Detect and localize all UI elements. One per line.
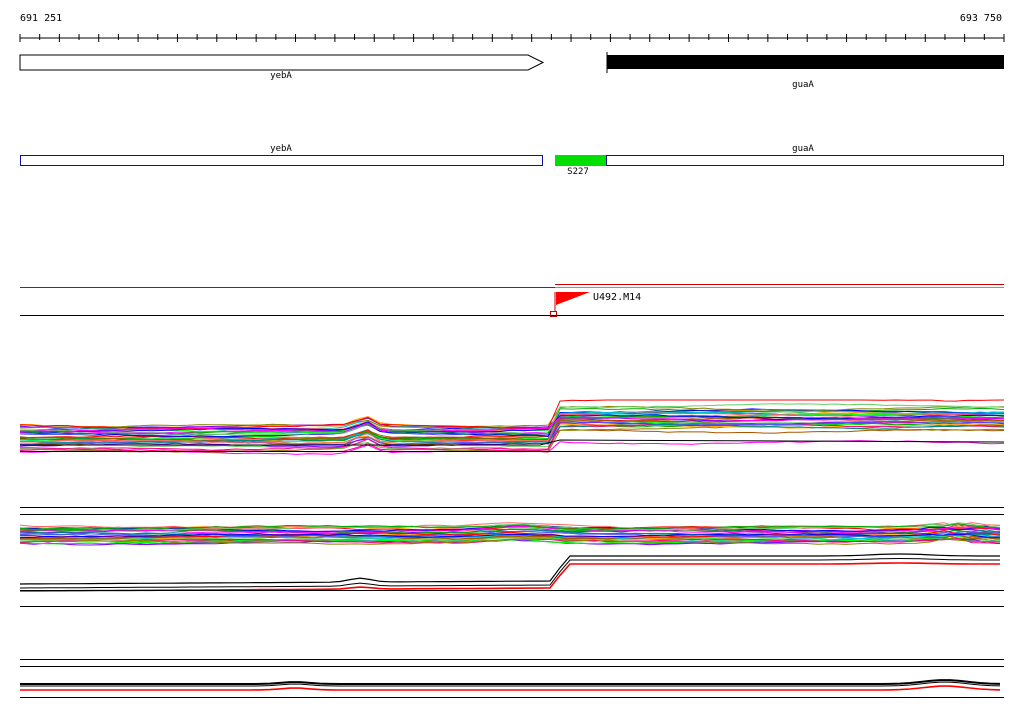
gene-label-yebA: yebA	[270, 71, 292, 81]
ruler-start-coordinate: 691 251	[20, 13, 63, 24]
coordinate-ruler	[19, 34, 1005, 42]
feature-track	[20, 155, 1004, 166]
profile-flat-line	[20, 679, 1001, 685]
flag-icon[interactable]	[556, 292, 590, 305]
profile-tracks	[19, 399, 1005, 691]
profile-flat-line	[20, 685, 1001, 691]
marker-track	[20, 284, 1004, 317]
gene-arrow-yebA[interactable]	[19, 54, 545, 71]
feature-label-guaA: guaA	[792, 144, 814, 154]
feature-box-yebA[interactable]	[20, 155, 543, 166]
flag-label: U492.M14	[593, 292, 642, 303]
feature-label-yebA: yebA	[270, 144, 292, 154]
genome-browser-canvas	[19, 34, 1005, 698]
highlight-label-S227: S227	[567, 167, 589, 177]
track-separators	[20, 451, 1004, 698]
ruler-end-coordinate: 693 750	[959, 13, 1002, 24]
gene-block-guaA[interactable]	[607, 55, 1004, 69]
annotation-track	[19, 52, 1004, 73]
feature-box-guaA[interactable]	[606, 155, 1004, 166]
profile-step-line	[19, 553, 1000, 585]
highlight-box-S227[interactable]	[555, 155, 606, 166]
gene-label-guaA: guaA	[792, 80, 814, 90]
